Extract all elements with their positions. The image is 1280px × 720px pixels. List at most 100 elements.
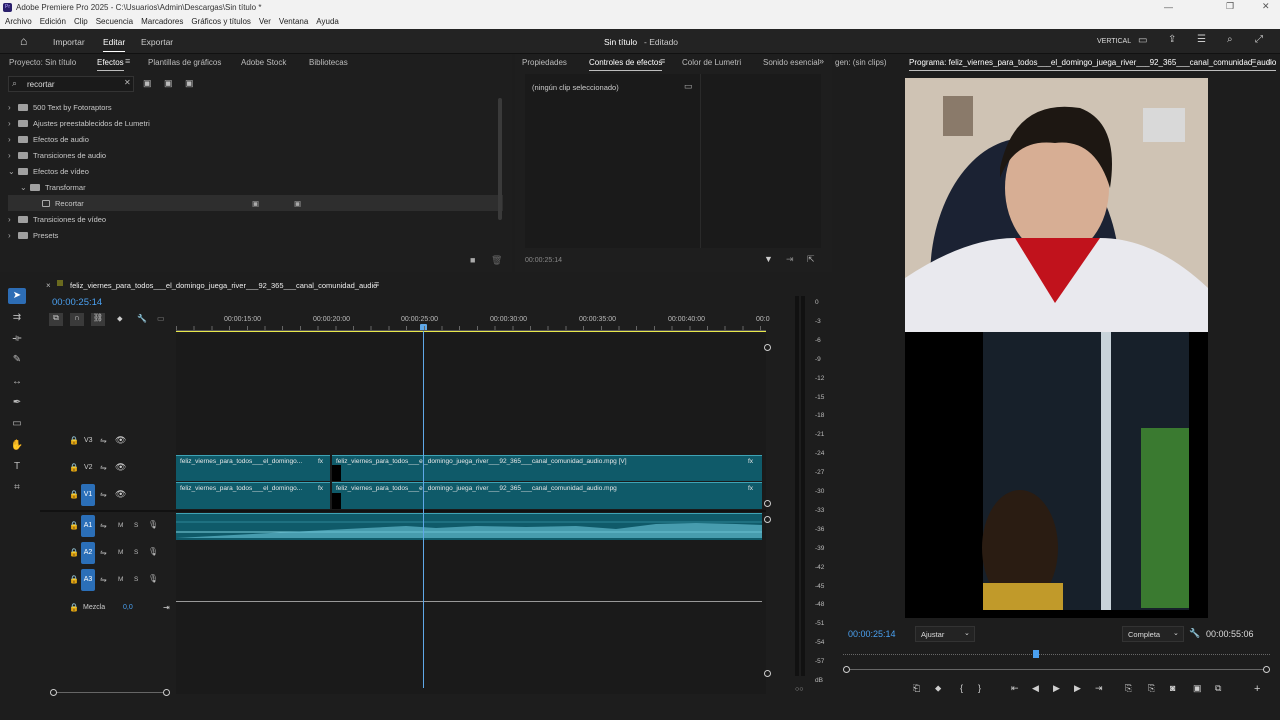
caption-tool-icon[interactable]: ⌗	[10, 481, 24, 495]
microphone-icon[interactable]: 🎙	[148, 520, 158, 529]
add-marker-icon[interactable]: ⬥	[117, 314, 123, 324]
add-button-icon[interactable]: +	[1254, 683, 1260, 695]
tab-lumetri-color[interactable]: Color de Lumetri	[682, 58, 741, 67]
compare-icon[interactable]: ▣	[1193, 683, 1202, 694]
mute-button[interactable]: M	[118, 576, 123, 583]
menu-item[interactable]: Ver	[259, 17, 271, 26]
linked-selection-icon[interactable]: ⛓	[91, 313, 105, 326]
tab-menu-icon[interactable]: ≡	[1251, 56, 1256, 66]
tab-properties[interactable]: Propiedades	[522, 58, 567, 67]
h-scrollbar[interactable]	[54, 692, 166, 693]
close-sequence-icon[interactable]: ×	[46, 281, 51, 290]
tab-editar[interactable]: Editar	[103, 37, 125, 47]
pen-tool-icon[interactable]: ✒	[10, 396, 24, 410]
sync-lock-icon[interactable]: ⇋	[100, 548, 107, 557]
audio-clip-a1[interactable]	[176, 513, 762, 540]
lock-icon[interactable]: 🔒	[69, 436, 79, 445]
track-label-v3[interactable]: V3	[84, 437, 93, 444]
v-scroll-handle-bottom[interactable]	[764, 500, 771, 507]
nest-icon[interactable]: ⧉	[49, 313, 63, 326]
tab-adobe-stock[interactable]: Adobe Stock	[241, 58, 286, 67]
wrench-icon[interactable]: 🔧	[1189, 628, 1200, 639]
type-tool-icon[interactable]: T	[10, 460, 24, 474]
tab-effect-controls[interactable]: Controles de efectos	[589, 58, 663, 71]
h-scroll-handle-left[interactable]	[50, 689, 57, 696]
new-folder-icon[interactable]: ■	[470, 255, 475, 265]
meter-solo-icon[interactable]: ○○	[795, 686, 803, 693]
chevron-right-icon[interactable]: ›	[8, 103, 18, 112]
go-to-out-icon[interactable]: ⇥	[1095, 683, 1103, 694]
mark-out-icon[interactable]: }	[978, 683, 981, 693]
camera-icon[interactable]: ◙	[1170, 683, 1175, 693]
mute-button[interactable]: M	[118, 549, 123, 556]
lock-icon[interactable]: 🔒	[69, 575, 79, 584]
play-audio-icon[interactable]: ⇥	[786, 254, 794, 265]
menu-item[interactable]: Clip	[74, 17, 88, 26]
effect-item-recortar[interactable]: Recortar ▣ ▣	[8, 195, 503, 211]
eye-icon[interactable]: 👁	[115, 462, 126, 473]
track-select-tool-icon[interactable]: ⇉	[10, 311, 24, 325]
folder-item[interactable]: ⌄ Transformar	[8, 179, 503, 195]
chevron-right-icon[interactable]: ›	[8, 135, 18, 144]
expand-icon[interactable]: ⤢	[1255, 34, 1263, 45]
a-scroll-handle-bottom[interactable]	[764, 670, 771, 677]
solo-button[interactable]: S	[134, 549, 138, 556]
zoom-handle-right[interactable]	[1263, 666, 1270, 673]
mark-in-icon[interactable]: {	[960, 683, 963, 693]
clip-v2-b[interactable]: feliz_viernes_para_todos___el_domingo_ju…	[332, 455, 762, 481]
tab-importar[interactable]: Importar	[53, 37, 85, 47]
microphone-icon[interactable]: 🎙	[148, 574, 158, 583]
vertical-mode-label[interactable]: VERTICAL	[1097, 38, 1131, 45]
zoom-scrollbar[interactable]	[846, 669, 1268, 670]
trash-icon[interactable]: 🗑	[491, 255, 502, 266]
sync-lock-icon[interactable]: ⇋	[100, 463, 107, 472]
effects-search-field[interactable]: ⌕ recortar ✕	[8, 76, 134, 92]
menu-item[interactable]: Gráficos y títulos	[191, 17, 251, 26]
extract-icon[interactable]: ⎘	[1148, 683, 1155, 694]
menu-lines-icon[interactable]: ☰	[1197, 34, 1206, 45]
more-tabs-icon[interactable]: »	[819, 56, 824, 66]
ripple-delete-icon[interactable]: ⎗	[913, 683, 920, 694]
chevron-down-icon[interactable]: ⌄	[20, 183, 30, 192]
tab-menu-icon[interactable]: ≡	[374, 279, 379, 289]
sync-lock-icon[interactable]: ⇋	[100, 490, 107, 499]
timeline-timecode[interactable]: 00:00:25:14	[52, 297, 102, 308]
fit-dropdown[interactable]: Ajustar ⌄	[915, 626, 975, 642]
toggle-timeline-icon[interactable]: ▭	[684, 81, 693, 92]
track-label-v1[interactable]: V1	[81, 484, 95, 506]
tab-program[interactable]: Programa: feliz_viernes_para_todos___el_…	[909, 58, 1277, 71]
tab-menu-icon[interactable]: ≡	[125, 56, 130, 66]
tab-source[interactable]: gen: (sin clips)	[835, 58, 887, 67]
sequence-tab[interactable]: feliz_viernes_para_todos___el_domingo_ju…	[70, 281, 377, 290]
transition-marker[interactable]	[332, 493, 341, 509]
close-icon[interactable]: ✕	[1262, 1, 1270, 12]
menu-item[interactable]: Ayuda	[316, 17, 339, 26]
selection-tool-icon[interactable]: ➤	[10, 289, 24, 303]
effects-scrollbar[interactable]	[498, 98, 502, 220]
lock-icon[interactable]: 🔒	[69, 548, 79, 557]
slip-tool-icon[interactable]: ↔	[10, 375, 24, 389]
program-video-frame[interactable]	[905, 78, 1208, 618]
search-icon[interactable]: ⌕	[1227, 34, 1233, 45]
a-scroll-handle-top[interactable]	[764, 516, 771, 523]
menu-item[interactable]: Archivo	[5, 17, 32, 26]
tab-effects[interactable]: Efectos	[97, 58, 124, 71]
sync-lock-icon[interactable]: ⇋	[100, 575, 107, 584]
h-scroll-handle-right[interactable]	[163, 689, 170, 696]
razor-tool-icon[interactable]: ✎	[10, 353, 24, 367]
step-back-icon[interactable]: ◀	[1032, 683, 1039, 694]
chevron-right-icon[interactable]: ›	[8, 119, 18, 128]
quality-dropdown[interactable]: Completa ⌄	[1122, 626, 1184, 642]
folder-item[interactable]: › Presets	[8, 227, 503, 243]
vr-icon[interactable]: ⧉	[1215, 683, 1221, 694]
v-scroll-handle-top[interactable]	[764, 344, 771, 351]
folder-item[interactable]: › Transiciones de audio	[8, 147, 503, 163]
sync-lock-icon[interactable]: ⇋	[100, 521, 107, 530]
program-timecode[interactable]: 00:00:25:14	[848, 629, 896, 639]
go-to-end-icon[interactable]: ⇥	[163, 603, 170, 612]
eye-icon[interactable]: 👁	[115, 435, 126, 446]
mute-button[interactable]: M	[118, 522, 123, 529]
menu-item[interactable]: Ventana	[279, 17, 308, 26]
rectangle-tool-icon[interactable]: ▭	[10, 417, 24, 431]
tab-project[interactable]: Proyecto: Sin título	[9, 58, 76, 67]
